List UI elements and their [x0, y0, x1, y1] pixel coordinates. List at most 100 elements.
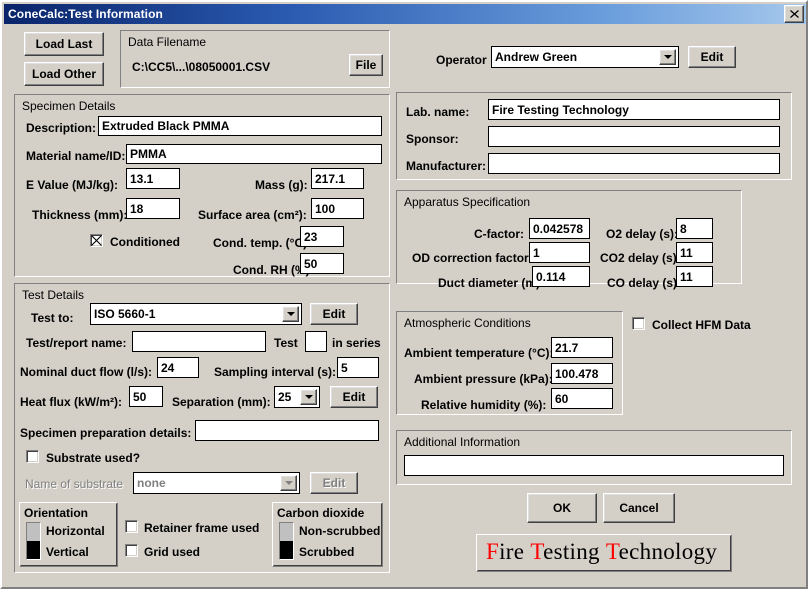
operator-edit-button[interactable]: Edit — [688, 46, 736, 68]
prep-details-label: Specimen preparation details: — [20, 426, 191, 440]
chevron-down-icon[interactable] — [280, 475, 297, 491]
description-label: Description: — [26, 121, 96, 135]
lab-name-input[interactable]: Fire Testing Technology — [488, 99, 780, 120]
co2-option-scrubbed[interactable] — [280, 541, 293, 559]
od-correction-label: OD correction factor: — [412, 251, 533, 265]
co-delay-input[interactable]: 11 — [676, 266, 713, 287]
manufacturer-input[interactable] — [488, 153, 780, 174]
apparatus-spec-group-label: Apparatus Specification — [404, 195, 530, 209]
operator-value: Andrew Green — [495, 50, 659, 64]
orientation-option-horizontal[interactable] — [27, 523, 40, 541]
mass-input[interactable]: 217.1 — [311, 168, 364, 189]
conditioned-label: Conditioned — [110, 235, 180, 249]
heat-flux-input[interactable]: 50 — [129, 386, 163, 407]
orientation-selector[interactable] — [26, 522, 41, 560]
co2-option-non-scrubbed[interactable] — [280, 523, 293, 541]
substrate-used-label: Substrate used? — [46, 451, 140, 465]
co-delay-label: CO delay (s): — [607, 276, 681, 290]
operator-select[interactable]: Andrew Green — [491, 46, 679, 68]
grid-used-checkbox[interactable] — [125, 544, 138, 557]
duct-diameter-input[interactable]: 0.114 — [532, 266, 590, 287]
o2-delay-label: O2 delay (s): — [606, 227, 678, 241]
window-title: ConeCalc:Test Information — [8, 7, 784, 21]
orientation-vertical-label: Vertical — [46, 545, 89, 559]
cond-rh-input[interactable]: 50 — [300, 253, 344, 274]
chevron-down-icon[interactable] — [659, 49, 676, 65]
material-name-input[interactable]: PMMA — [126, 144, 382, 164]
sampling-interval-input[interactable]: 5 — [337, 357, 379, 378]
data-filename-group-label: Data Filename — [128, 35, 206, 49]
co2-delay-input[interactable]: 11 — [676, 242, 713, 263]
logo-esting: esting — [543, 539, 600, 564]
o2-delay-input[interactable]: 8 — [676, 218, 713, 239]
load-last-button[interactable]: Load Last — [24, 32, 104, 56]
c-factor-input[interactable]: 0.042578 — [529, 218, 590, 239]
in-series-label: in series — [332, 336, 381, 350]
conditioned-checkbox[interactable] — [90, 234, 103, 247]
file-button[interactable]: File — [349, 54, 383, 76]
substrate-name-label: Name of substrate — [25, 477, 123, 491]
separation-select[interactable]: 25 — [274, 386, 320, 408]
orientation-label: Orientation — [24, 506, 88, 520]
chevron-down-icon[interactable] — [282, 306, 299, 322]
duct-diameter-label: Duct diameter (m): — [438, 276, 544, 290]
test-to-edit-button[interactable]: Edit — [310, 303, 358, 325]
additional-info-input[interactable] — [404, 455, 784, 476]
test-details-group-label: Test Details — [22, 288, 84, 302]
title-bar: ConeCalc:Test Information — [4, 4, 806, 24]
carbon-dioxide-selector[interactable] — [279, 522, 294, 560]
description-input[interactable]: Extruded Black PMMA — [98, 116, 382, 136]
e-value-input[interactable]: 13.1 — [126, 168, 180, 189]
thickness-input[interactable]: 18 — [126, 198, 180, 219]
surface-area-input[interactable]: 100 — [311, 198, 364, 219]
collect-hfm-checkbox[interactable] — [632, 317, 645, 330]
co2-non-scrubbed-label: Non-scrubbed — [299, 524, 380, 538]
co2-delay-label: CO2 delay (s): — [600, 251, 681, 265]
lab-name-label: Lab. name: — [406, 105, 469, 119]
orientation-option-vertical[interactable] — [27, 541, 40, 559]
separation-edit-button[interactable]: Edit — [330, 386, 378, 408]
separation-label: Separation (mm): — [172, 395, 271, 409]
chevron-down-icon[interactable] — [300, 389, 317, 405]
collect-hfm-label: Collect HFM Data — [652, 318, 751, 332]
close-icon[interactable] — [784, 5, 804, 23]
cond-temp-input[interactable]: 23 — [300, 226, 344, 247]
operator-label: Operator — [436, 53, 487, 67]
ambient-pressure-input[interactable]: 100.478 — [551, 363, 613, 384]
data-filename-value: C:\CC5\...\08050001.CSV — [132, 60, 270, 74]
substrate-name-select[interactable]: none — [133, 472, 300, 494]
test-number-input[interactable] — [305, 331, 327, 352]
duct-flow-label: Nominal duct flow (l/s): — [20, 365, 152, 379]
retainer-frame-label: Retainer frame used — [144, 521, 259, 535]
close-glyph — [790, 10, 799, 18]
ambient-temp-input[interactable]: 21.7 — [551, 337, 613, 358]
test-to-select[interactable]: ISO 5660-1 — [90, 303, 302, 325]
retainer-frame-checkbox[interactable] — [125, 520, 138, 533]
cancel-button[interactable]: Cancel — [603, 493, 675, 523]
co2-scrubbed-label: Scrubbed — [299, 545, 354, 559]
mass-label: Mass (g): — [255, 178, 308, 192]
report-name-label: Test/report name: — [26, 336, 126, 350]
ok-button[interactable]: OK — [527, 493, 597, 523]
logo-echnology: echnology — [619, 539, 718, 564]
od-correction-input[interactable]: 1 — [529, 242, 590, 263]
relative-humidity-input[interactable]: 60 — [551, 388, 613, 409]
load-other-button[interactable]: Load Other — [24, 62, 104, 86]
duct-flow-input[interactable]: 24 — [157, 357, 199, 378]
checkbox-cross-icon — [91, 235, 102, 246]
sponsor-input[interactable] — [488, 126, 780, 147]
substrate-used-checkbox[interactable] — [26, 450, 39, 463]
c-factor-label: C-factor: — [474, 227, 524, 241]
report-name-input[interactable] — [132, 331, 266, 352]
logo-t1: T — [530, 539, 543, 564]
substrate-name-value: none — [137, 476, 280, 490]
orientation-horizontal-label: Horizontal — [46, 524, 105, 538]
dialog-window: ConeCalc:Test Information Load Last Load… — [0, 0, 808, 589]
surface-area-label: Surface area (cm²): — [198, 208, 307, 222]
substrate-edit-button[interactable]: Edit — [310, 472, 358, 494]
carbon-dioxide-label: Carbon dioxide — [277, 506, 364, 520]
prep-details-input[interactable] — [195, 420, 379, 441]
test-word-label: Test — [274, 336, 298, 350]
ambient-pressure-label: Ambient pressure (kPa): — [414, 372, 553, 386]
separation-value: 25 — [278, 390, 300, 404]
